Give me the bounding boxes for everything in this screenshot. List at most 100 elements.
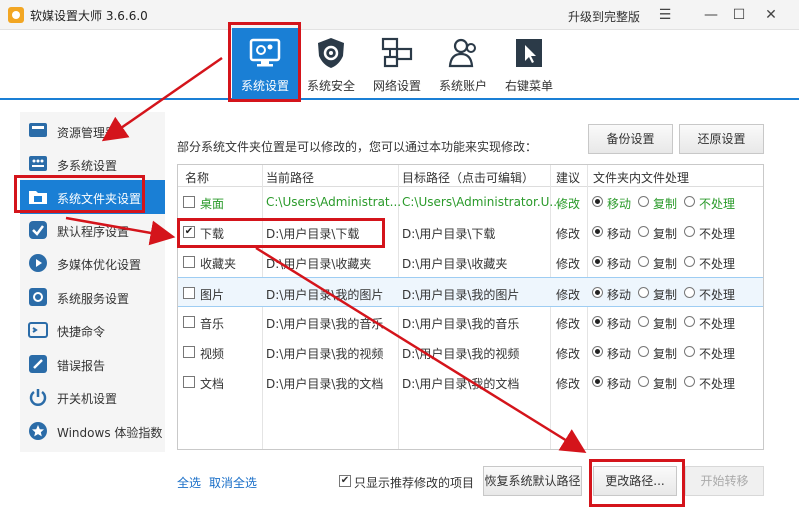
table-row[interactable]: ✔ 下载 D:\用户目录\下载 D:\用户目录\下载 修改 移动 复制 不处理 — [178, 217, 763, 247]
row-checkbox[interactable] — [183, 196, 195, 208]
skip-radio[interactable] — [684, 196, 695, 207]
move-label: 移动 — [607, 377, 632, 391]
skip-radio[interactable] — [684, 256, 695, 267]
skip-radio[interactable] — [684, 226, 695, 237]
sidebar-item-label: 资源管理器 — [57, 126, 118, 140]
row-checkbox[interactable] — [183, 256, 195, 268]
table-row[interactable]: 收藏夹 D:\用户目录\收藏夹 D:\用户目录\收藏夹 修改 移动 复制 不处理 — [178, 247, 763, 277]
sidebar-item-windows-index[interactable]: Windows 体验指数 — [20, 414, 165, 448]
skip-radio[interactable] — [684, 287, 695, 298]
sidebar-item-multi-system[interactable]: 多系统设置 — [20, 147, 165, 181]
table-row[interactable]: 桌面 C:\Users\Administrat... C:\Users\Admi… — [178, 187, 763, 217]
skip-radio[interactable] — [684, 376, 695, 387]
copy-label: 复制 — [653, 197, 678, 211]
sidebar-item-power[interactable]: 开关机设置 — [20, 380, 165, 414]
target-path[interactable]: D:\用户目录\我的文档 — [402, 375, 519, 392]
start-move-button: 开始转移 — [685, 466, 764, 496]
move-radio[interactable] — [592, 287, 603, 298]
row-name: 桌面 — [200, 197, 225, 211]
sidebar-item-quick-commands[interactable]: 快捷命令 — [20, 313, 165, 347]
move-radio[interactable] — [592, 196, 603, 207]
star-icon — [29, 422, 47, 440]
sidebar-item-default-programs[interactable]: 默认程序设置 — [20, 213, 165, 247]
copy-label: 复制 — [653, 317, 678, 331]
table-row[interactable]: 文档 D:\用户目录\我的文档 D:\用户目录\我的文档 修改 移动 复制 不处… — [178, 367, 763, 397]
upgrade-link[interactable]: 升级到完整版 — [568, 8, 640, 25]
sidebar-item-label: Windows 体验指数 — [57, 426, 163, 440]
row-name: 图片 — [200, 288, 225, 302]
tab-label: 系统设置 — [240, 79, 289, 93]
skip-radio[interactable] — [684, 316, 695, 327]
sidebar-item-error-report[interactable]: 错误报告 — [20, 347, 165, 381]
description-text: 部分系统文件夹位置是可以修改的，您可以通过本功能来实现修改： — [177, 140, 538, 154]
move-radio[interactable] — [592, 316, 603, 327]
skip-radio[interactable] — [684, 346, 695, 357]
table-row[interactable]: 视频 D:\用户目录\我的视频 D:\用户目录\我的视频 修改 移动 复制 不处… — [178, 337, 763, 367]
tab-system-accounts[interactable]: 系统账户 — [430, 28, 496, 98]
title-bar: 软媒设置大师 3.6.6.0 升级到完整版 ☰ — ☐ ✕ — [0, 0, 799, 30]
restore-button[interactable]: 还原设置 — [679, 124, 764, 154]
table-row[interactable]: 音乐 D:\用户目录\我的音乐 D:\用户目录\我的音乐 修改 移动 复制 不处… — [178, 307, 763, 337]
target-path[interactable]: D:\用户目录\下载 — [402, 225, 495, 242]
skip-label: 不处理 — [699, 257, 736, 271]
minimize-icon[interactable]: — — [700, 4, 722, 26]
tab-context-menu[interactable]: 右键菜单 — [496, 28, 562, 98]
select-all-link[interactable]: 全选 — [177, 474, 201, 491]
target-path[interactable]: D:\用户目录\收藏夹 — [402, 255, 507, 272]
change-path-button[interactable]: 更改路径... — [593, 466, 677, 496]
skip-label: 不处理 — [699, 317, 736, 331]
media-icon — [29, 254, 47, 272]
move-radio[interactable] — [592, 346, 603, 357]
shield-gear-icon — [318, 38, 344, 68]
sidebar-item-explorer[interactable]: 资源管理器 — [20, 114, 165, 148]
advice: 修改 — [556, 347, 581, 361]
tab-system-settings[interactable]: 系统设置 — [232, 28, 298, 98]
copy-radio[interactable] — [638, 196, 649, 207]
move-radio[interactable] — [592, 376, 603, 387]
row-checkbox[interactable] — [183, 376, 195, 388]
row-checkbox[interactable] — [183, 287, 195, 299]
restore-default-path-button[interactable]: 恢复系统默认路径 — [483, 466, 582, 496]
advice: 修改 — [556, 257, 581, 271]
copy-radio[interactable] — [638, 287, 649, 298]
move-radio[interactable] — [592, 256, 603, 267]
move-radio[interactable] — [592, 226, 603, 237]
tab-network-settings[interactable]: 网络设置 — [364, 28, 430, 98]
deselect-all-link[interactable]: 取消全选 — [209, 474, 257, 491]
copy-radio[interactable] — [638, 226, 649, 237]
command-icon — [28, 322, 48, 338]
sidebar-item-label: 多系统设置 — [57, 159, 118, 173]
maximize-icon[interactable]: ☐ — [728, 4, 750, 26]
users-icon — [448, 38, 476, 68]
table-row[interactable]: 图片 D:\用户目录\我的图片 D:\用户目录\我的图片 修改 移动 复制 不处… — [178, 277, 763, 307]
target-path[interactable]: D:\用户目录\我的音乐 — [402, 315, 519, 332]
target-path[interactable]: D:\用户目录\我的视频 — [402, 345, 519, 362]
target-path[interactable]: C:\Users\Administrator.U... — [402, 195, 561, 209]
row-checkbox[interactable] — [183, 316, 195, 328]
row-checkbox[interactable] — [183, 346, 195, 358]
row-name: 下载 — [200, 227, 225, 241]
app-logo-icon — [8, 7, 24, 23]
sidebar-item-services[interactable]: 系统服务设置 — [20, 280, 165, 314]
copy-radio[interactable] — [638, 376, 649, 387]
check-shield-icon — [29, 221, 47, 239]
close-icon[interactable]: ✕ — [760, 4, 782, 26]
only-recommended-checkbox[interactable]: ✔ — [339, 475, 351, 487]
power-icon — [29, 389, 47, 406]
column-header: 建议 — [556, 171, 581, 185]
backup-button[interactable]: 备份设置 — [588, 124, 673, 154]
skip-label: 不处理 — [699, 347, 736, 361]
copy-radio[interactable] — [638, 346, 649, 357]
copy-radio[interactable] — [638, 316, 649, 327]
app-title: 软媒设置大师 3.6.6.0 — [30, 9, 148, 23]
copy-label: 复制 — [653, 227, 678, 241]
tab-system-security[interactable]: 系统安全 — [298, 28, 364, 98]
sidebar-item-system-folders[interactable]: 系统文件夹设置 — [20, 180, 165, 214]
target-path[interactable]: D:\用户目录\我的图片 — [402, 286, 519, 303]
copy-radio[interactable] — [638, 256, 649, 267]
sidebar-item-label: 开关机设置 — [57, 392, 118, 406]
current-path: D:\用户目录\下载 — [266, 227, 360, 241]
row-checkbox[interactable]: ✔ — [183, 226, 195, 238]
sidebar-item-multimedia[interactable]: 多媒体优化设置 — [20, 246, 165, 280]
menu-icon[interactable]: ☰ — [654, 4, 676, 26]
